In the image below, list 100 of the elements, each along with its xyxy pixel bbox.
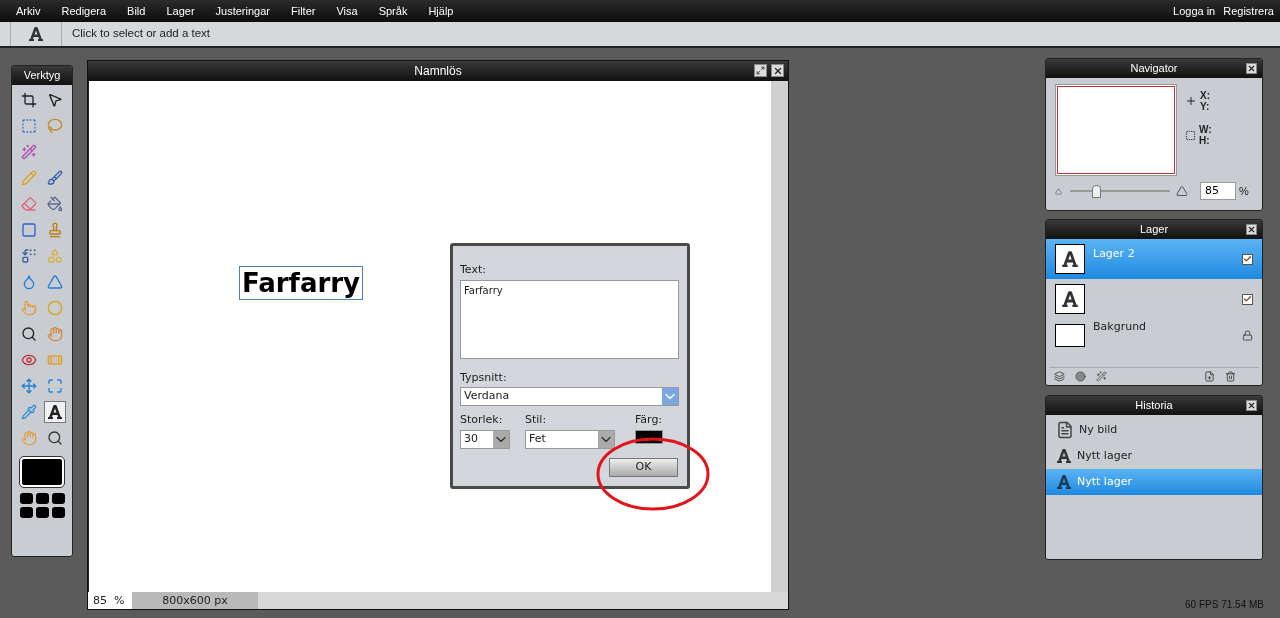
w-label: W: <box>1199 124 1212 135</box>
shapes-icon <box>47 248 63 264</box>
field-label: Färg: <box>635 412 663 428</box>
canvas-text[interactable]: Farfarry <box>239 266 364 300</box>
text-tool-icon <box>28 26 44 42</box>
lasso-icon <box>47 118 63 134</box>
menu-item[interactable]: Lager <box>166 2 195 20</box>
finger-icon <box>21 300 37 316</box>
navigator-title: Navigator <box>1130 61 1178 77</box>
menu-item[interactable]: Arkiv <box>16 2 41 20</box>
size-select[interactable]: 30 <box>460 429 510 449</box>
pencil-icon <box>21 170 37 186</box>
document-icon <box>1056 421 1074 439</box>
mask-icon[interactable] <box>1075 371 1086 382</box>
preset-swatch[interactable] <box>51 493 65 504</box>
history-item[interactable]: Nytt lager <box>1046 443 1262 469</box>
zoom-value[interactable]: 85 <box>88 592 114 609</box>
close-button[interactable] <box>1246 63 1257 74</box>
zoom-in-icon <box>1176 185 1188 197</box>
h-label: H: <box>1199 135 1211 146</box>
maximize-icon <box>756 66 765 75</box>
close-button[interactable] <box>771 64 784 77</box>
preset-swatch[interactable] <box>35 493 49 504</box>
ok-button[interactable]: OK <box>609 457 678 477</box>
style-select[interactable]: Fet <box>525 429 615 449</box>
tool-button[interactable] <box>44 401 66 423</box>
account-link[interactable]: Registrera <box>1223 2 1274 20</box>
menu-item[interactable]: Hjälp <box>428 2 454 20</box>
text-icon <box>1056 448 1072 464</box>
zoom-unit: % <box>1239 183 1249 199</box>
text-tool-icon <box>47 404 63 420</box>
eye-icon <box>21 352 37 368</box>
close-icon <box>1247 64 1256 73</box>
dropdown-icon <box>598 430 614 448</box>
layer-thumbnail <box>1055 323 1085 347</box>
layer-style-icon[interactable] <box>1054 371 1065 382</box>
slider-thumb[interactable] <box>1092 184 1101 198</box>
marquee-icon <box>21 118 37 134</box>
history-title: Historia <box>1135 398 1173 414</box>
menu-item[interactable]: Filter <box>291 2 316 20</box>
cone-icon <box>47 274 63 290</box>
visibility-checkbox[interactable] <box>1242 293 1253 305</box>
preset-swatch[interactable] <box>19 507 33 518</box>
close-icon <box>1247 401 1256 410</box>
check-icon <box>1243 254 1252 264</box>
vertical-scrollbar[interactable] <box>771 81 788 592</box>
text-input[interactable]: Farfarry <box>460 279 679 359</box>
menu-item[interactable]: Visa <box>336 2 358 20</box>
menu-item[interactable]: Bild <box>127 2 146 20</box>
navigator-preview[interactable] <box>1055 84 1177 176</box>
maximize-button[interactable] <box>754 64 767 77</box>
account-link[interactable]: Logga in <box>1173 2 1216 20</box>
brush-icon <box>47 170 63 186</box>
text-layer-icon <box>1061 250 1079 268</box>
zoom-field[interactable]: 85 <box>1200 182 1236 200</box>
field-label: Storlek: <box>460 412 504 428</box>
close-button[interactable] <box>1246 224 1257 235</box>
preset-swatch[interactable] <box>19 493 33 504</box>
image-size: 800x600 px <box>132 592 258 609</box>
paint-bucket-icon <box>47 196 63 212</box>
y-label: Y: <box>1200 101 1210 112</box>
history-item[interactable]: Ny bild <box>1046 417 1262 443</box>
eyedropper-icon <box>21 404 37 420</box>
zoom-icon <box>47 430 63 446</box>
move-icon <box>47 92 63 108</box>
zoom-slider[interactable] <box>1070 184 1170 198</box>
visibility-checkbox[interactable] <box>1242 253 1253 265</box>
effects-icon[interactable] <box>1096 371 1107 382</box>
font-select[interactable]: Verdana <box>460 387 679 406</box>
preset-swatch[interactable] <box>51 507 65 518</box>
x-label: X: <box>1200 90 1210 101</box>
close-button[interactable] <box>1246 400 1257 411</box>
document-title: Namnlös <box>414 63 462 80</box>
menu-item[interactable]: Justeringar <box>215 2 270 20</box>
text-icon <box>1056 474 1072 490</box>
bandage-icon <box>47 352 63 368</box>
crop-icon <box>21 92 37 108</box>
close-icon <box>772 65 783 76</box>
trash-icon[interactable] <box>1225 371 1236 382</box>
preset-swatch[interactable] <box>35 507 49 518</box>
field-label: Typsnitt: <box>460 369 508 386</box>
options-hint: Click to select or add a text <box>72 26 211 42</box>
layer-name: Bakgrund <box>1093 319 1147 335</box>
zoom-unit: % <box>114 592 132 609</box>
status-text: 60 FPS 71.54 MB <box>1185 598 1264 612</box>
stamp-icon <box>47 222 63 238</box>
eraser-icon <box>21 196 37 212</box>
zoom-out-icon <box>1055 187 1062 195</box>
drop-icon <box>21 274 37 290</box>
text-layer-icon <box>1061 290 1079 308</box>
field-label: Text: <box>460 262 487 278</box>
tools-title: Verktyg <box>23 68 61 84</box>
hand-icon <box>21 430 37 446</box>
new-layer-icon[interactable] <box>1204 371 1215 382</box>
dropdown-icon <box>493 430 509 448</box>
magic-wand-icon <box>21 144 37 160</box>
layer-row[interactable]: Bakgrund <box>1046 319 1262 351</box>
layers-title: Lager <box>1139 222 1169 238</box>
menu-item[interactable]: Språk <box>378 2 408 20</box>
menu-item[interactable]: Redigera <box>61 2 107 20</box>
